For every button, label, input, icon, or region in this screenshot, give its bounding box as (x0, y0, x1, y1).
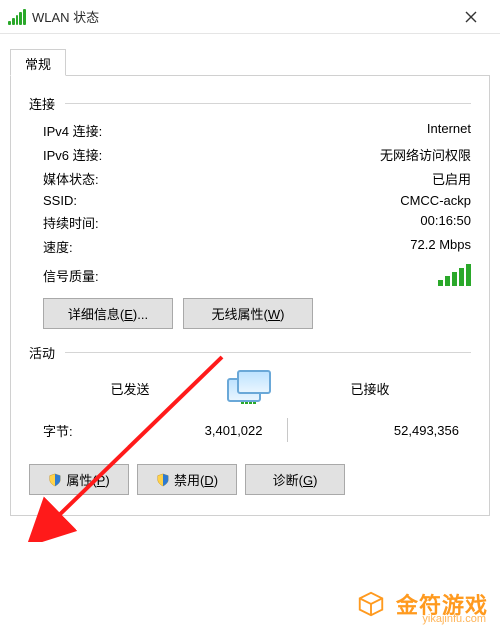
wireless-properties-button[interactable]: 无线属性(W) (183, 298, 313, 329)
ipv4-label: IPv4 连接: (43, 121, 153, 140)
disable-button[interactable]: 禁用(D) (137, 464, 237, 495)
section-connection: 连接 (29, 94, 471, 113)
row-speed: 速度: 72.2 Mbps (43, 237, 471, 256)
shield-icon (48, 473, 62, 487)
diagnose-button-post: ) (313, 473, 317, 488)
signal-label: 信号质量: (43, 266, 153, 285)
media-label: 媒体状态: (43, 169, 153, 188)
activity-received-label: 已接收 (305, 379, 435, 398)
details-button-hotkey: E (124, 307, 133, 322)
divider (65, 352, 471, 353)
vertical-divider (287, 418, 288, 442)
row-media: 媒体状态: 已启用 (43, 169, 471, 188)
disable-button-hotkey: D (204, 473, 213, 488)
wireless-button-post: ) (280, 307, 284, 322)
activity-monitor-icon (195, 370, 305, 406)
cube-icon (356, 589, 386, 619)
diagnose-button-hotkey: G (303, 473, 313, 488)
speed-value: 72.2 Mbps (153, 237, 471, 256)
ssid-value: CMCC-ackp (153, 193, 471, 208)
row-signal: 信号质量: (43, 264, 471, 286)
ssid-label: SSID: (43, 193, 153, 208)
bytes-sent-value: 3,401,022 (103, 423, 275, 438)
ipv6-value: 无网络访问权限 (153, 145, 471, 164)
duration-label: 持续时间: (43, 213, 153, 232)
wireless-button-hotkey: W (268, 307, 280, 322)
row-bytes: 字节: 3,401,022 52,493,356 (43, 418, 471, 442)
details-button-post: )... (133, 307, 148, 322)
shield-icon (156, 473, 170, 487)
diagnose-button-pre: 诊断( (273, 473, 303, 488)
ipv4-value: Internet (153, 121, 471, 140)
window-title: WLAN 状态 (32, 7, 448, 26)
details-button-pre: 详细信息( (68, 307, 124, 322)
close-icon (465, 11, 477, 23)
watermark: 金符游戏 yikajinfu.com (0, 581, 500, 627)
signal-icon (8, 9, 26, 25)
section-activity-label: 活动 (29, 343, 55, 362)
activity-sent-label: 已发送 (65, 379, 195, 398)
watermark-url: yikajinfu.com (422, 613, 486, 625)
signal-bars-icon (438, 264, 471, 286)
client-area: 常规 连接 IPv4 连接: Internet IPv6 连接: 无网络访问权限… (0, 34, 500, 526)
tab-strip: 常规 (10, 48, 490, 76)
activity-visual: 已发送 已接收 (29, 370, 471, 406)
duration-value: 00:16:50 (153, 213, 471, 232)
properties-button[interactable]: 属性(P) (29, 464, 129, 495)
row-duration: 持续时间: 00:16:50 (43, 213, 471, 232)
connection-button-row: 详细信息(E)... 无线属性(W) (43, 298, 471, 329)
section-activity: 活动 (29, 343, 471, 362)
close-button[interactable] (448, 3, 494, 31)
tab-panel: 连接 IPv4 连接: Internet IPv6 连接: 无网络访问权限 媒体… (10, 76, 490, 516)
ipv6-label: IPv6 连接: (43, 145, 153, 164)
bytes-received-value: 52,493,356 (300, 423, 472, 438)
disable-button-pre: 禁用( (174, 473, 204, 488)
titlebar: WLAN 状态 (0, 0, 500, 34)
speed-label: 速度: (43, 237, 153, 256)
media-value: 已启用 (153, 169, 471, 188)
diagnose-button[interactable]: 诊断(G) (245, 464, 345, 495)
wireless-button-pre: 无线属性( (212, 307, 268, 322)
tab-general[interactable]: 常规 (10, 49, 66, 76)
row-ipv4: IPv4 连接: Internet (43, 121, 471, 140)
bytes-label: 字节: (43, 421, 103, 440)
divider (65, 103, 471, 104)
section-connection-label: 连接 (29, 94, 55, 113)
details-button[interactable]: 详细信息(E)... (43, 298, 173, 329)
row-ssid: SSID: CMCC-ackp (43, 193, 471, 208)
properties-button-pre: 属性( (66, 473, 96, 488)
activity-button-row: 属性(P) 禁用(D) 诊断(G) (29, 464, 471, 495)
row-ipv6: IPv6 连接: 无网络访问权限 (43, 145, 471, 164)
disable-button-post: ) (214, 473, 218, 488)
properties-button-post: ) (105, 473, 109, 488)
